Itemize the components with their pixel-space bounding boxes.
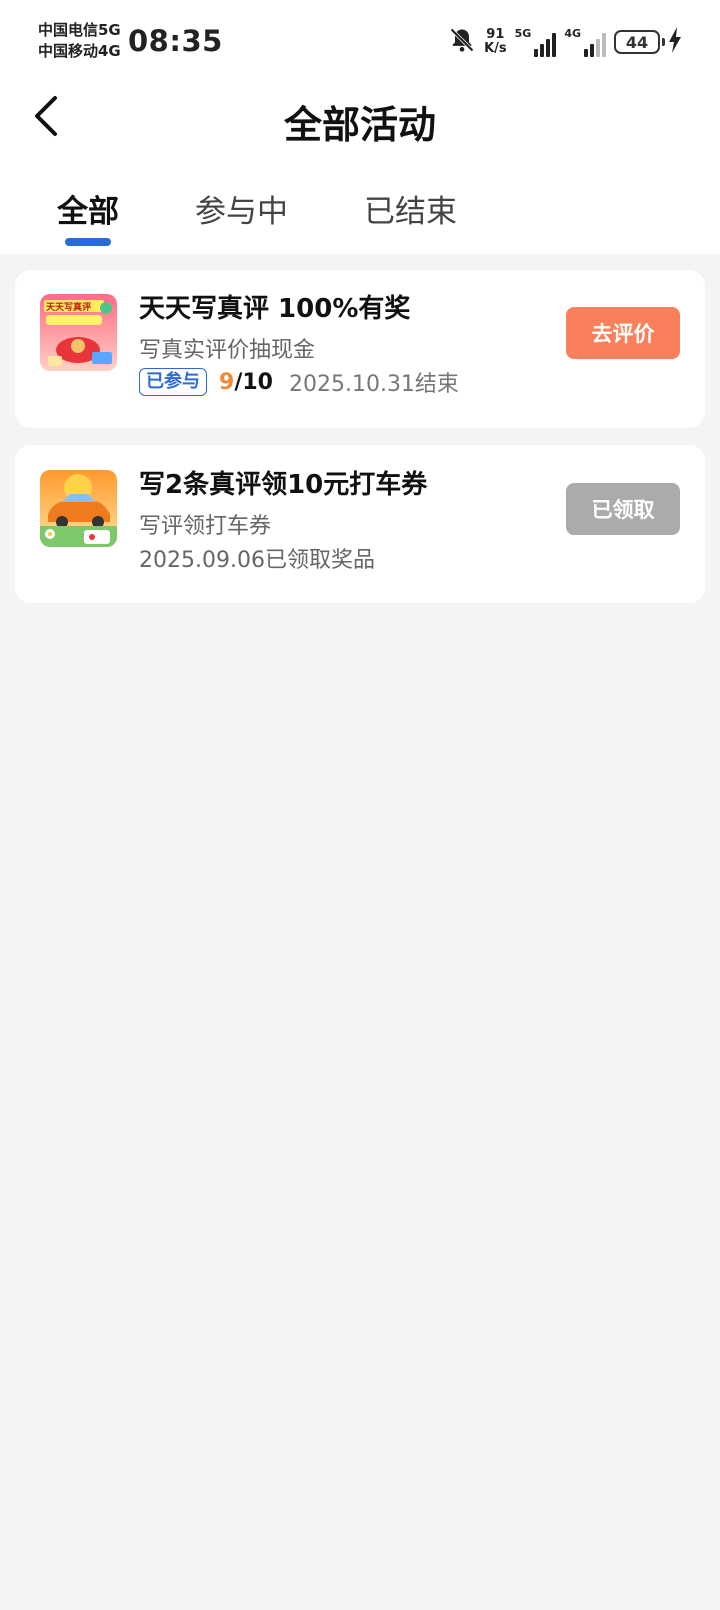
tab-all[interactable]: 全部 [57, 186, 119, 231]
signal-5g-icon: 5G [515, 27, 557, 57]
page-title: 全部活动 [283, 103, 436, 147]
activity-meta: 已参与 9/10 2025.10.31结束 [139, 366, 459, 398]
net-label-4g: 4G [564, 27, 581, 40]
thumb-title: 天天写真评 [46, 301, 91, 313]
carrier-info: 中国电信5G 中国移动4G [38, 20, 121, 62]
claimed-button[interactable]: 已领取 [566, 483, 680, 535]
participated-badge: 已参与 [139, 368, 207, 396]
speed-value: 91 [486, 27, 505, 42]
network-speed: 91 K/s [484, 28, 507, 56]
tab-bar: 全部 参与中 已结束 [0, 186, 720, 246]
tab-indicator [65, 238, 111, 246]
activity-card[interactable]: 写2条真评领10元打车券 写评领打车券 2025.09.06已领取奖品 已领取 [15, 445, 705, 603]
battery-level: 44 [625, 32, 649, 52]
activity-card[interactable]: 天天写真评 天天写真评 100%有奖 写真实评价抽现金 已参与 9/10 202… [15, 270, 705, 428]
activity-title: 天天写真评 100%有奖 [139, 294, 411, 324]
battery-icon: 44 [614, 30, 665, 54]
tab-participating[interactable]: 参与中 [195, 186, 288, 231]
status-bar: 中国电信5G 中国移动4G 08:35 91 K/s 5G 4G 44 [0, 0, 720, 86]
progress-count: 9/10 [219, 370, 273, 395]
end-date: 2025.10.31结束 [288, 372, 459, 397]
progress-total: /10 [234, 369, 273, 395]
charging-icon [668, 27, 682, 57]
net-label-5g: 5G [514, 27, 532, 40]
status-icons: 91 K/s 5G 4G 44 [448, 24, 682, 60]
activity-thumbnail: 天天写真评 [40, 294, 117, 371]
activity-thumbnail [40, 470, 117, 547]
progress-current: 9 [219, 369, 235, 395]
speed-unit: K/s [484, 41, 507, 56]
activity-subtitle: 写评领打车券 [139, 514, 272, 539]
clock: 08:35 [128, 24, 223, 58]
review-button[interactable]: 去评价 [566, 307, 680, 359]
carrier-1: 中国电信5G [38, 21, 121, 39]
activity-title: 写2条真评领10元打车券 [139, 470, 428, 500]
tab-ended[interactable]: 已结束 [364, 186, 457, 231]
signal-4g-icon: 4G [564, 27, 606, 57]
bell-off-icon [448, 26, 476, 58]
activity-subtitle: 写真实评价抽现金 [139, 338, 316, 363]
carrier-2: 中国移动4G [38, 42, 121, 60]
claim-date: 2025.09.06已领取奖品 [139, 548, 375, 573]
